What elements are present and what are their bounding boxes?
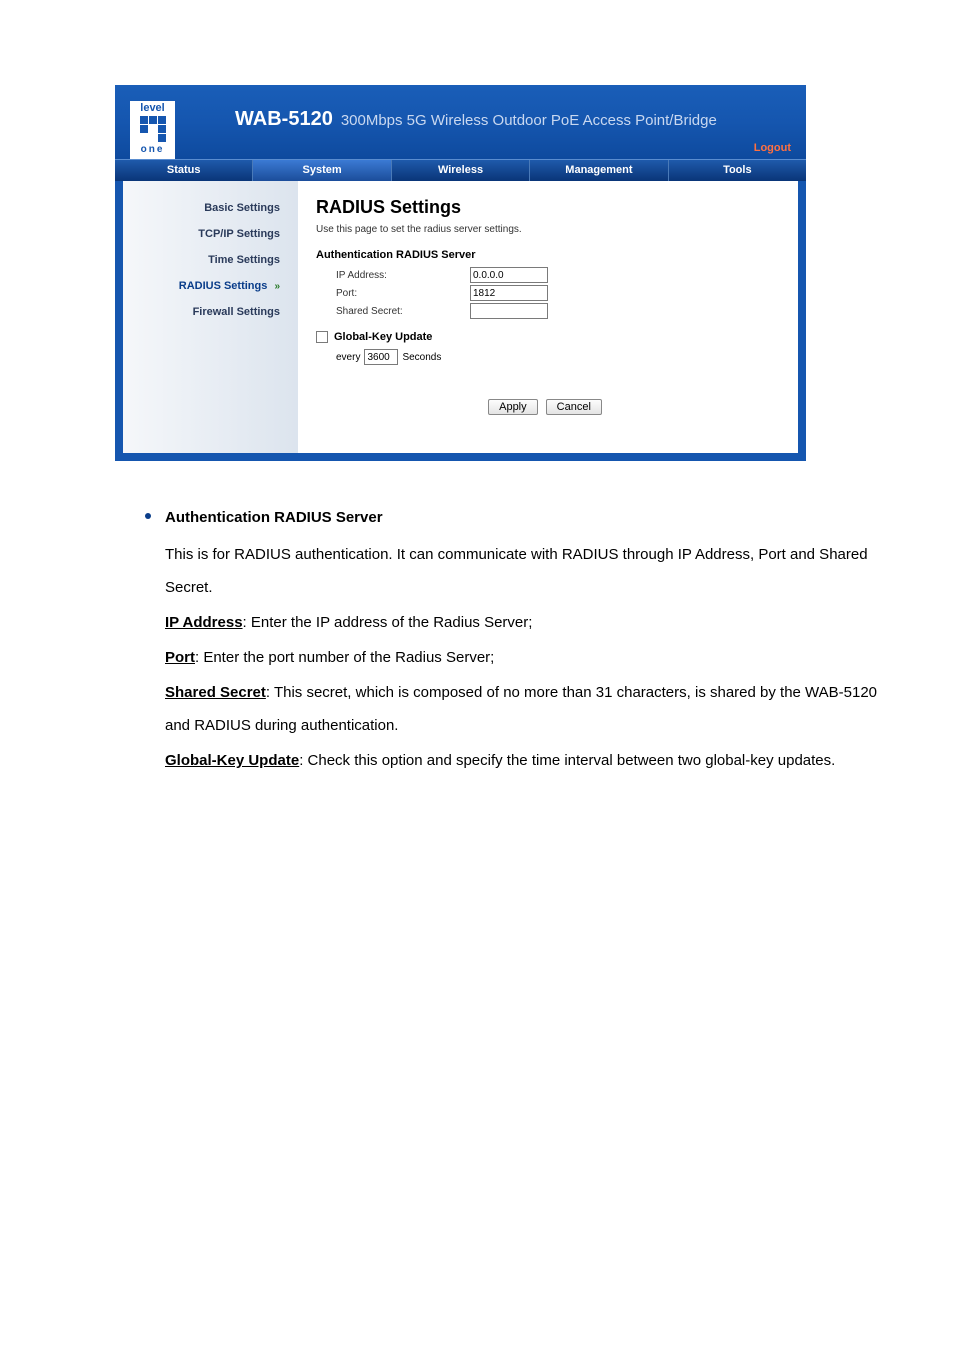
doc-lead: Authentication RADIUS Server (165, 501, 383, 534)
bullet-icon (145, 513, 151, 519)
main-nav: Status System Wireless Management Tools (115, 159, 806, 181)
row-global-key-update: Global-Key Update (316, 331, 774, 343)
logout-link[interactable]: Logout (754, 142, 791, 154)
sidebar-item-label: Firewall Settings (193, 306, 280, 318)
input-port[interactable] (470, 285, 548, 301)
sidebar-item-firewall[interactable]: Firewall Settings » (123, 299, 298, 325)
product-desc: 300Mbps 5G Wireless Outdoor PoE Access P… (341, 112, 717, 129)
sidebar: Basic Settings » TCP/IP Settings » Time … (123, 181, 298, 453)
page-title: RADIUS Settings (316, 197, 774, 218)
input-ip-address[interactable] (470, 267, 548, 283)
sidebar-item-basic[interactable]: Basic Settings » (123, 195, 298, 221)
row-port: Port: (316, 285, 774, 301)
sidebar-item-time[interactable]: Time Settings » (123, 247, 298, 273)
input-shared-secret[interactable] (470, 303, 548, 319)
sidebar-item-tcpip[interactable]: TCP/IP Settings » (123, 221, 298, 247)
product-name: WAB-5120 (235, 108, 333, 131)
label-shared-secret: Shared Secret: (336, 306, 470, 317)
label-ip: IP Address: (336, 270, 470, 281)
nav-tools[interactable]: Tools (669, 160, 806, 181)
logo-text-bottom: one (141, 144, 165, 155)
body-area: Basic Settings » TCP/IP Settings » Time … (115, 181, 806, 461)
nav-wireless[interactable]: Wireless (392, 160, 530, 181)
nav-status[interactable]: Status (115, 160, 253, 181)
brand-logo: level one (130, 101, 175, 159)
doc-secret: Shared Secret: This secret, which is com… (165, 676, 894, 742)
header: level one WAB-5120 300Mbps 5G Wireless O… (115, 85, 806, 159)
checkbox-global-key-update[interactable] (316, 331, 328, 343)
sidebar-item-radius[interactable]: RADIUS Settings » (123, 273, 298, 299)
doc-gku: Global-Key Update: Check this option and… (165, 744, 894, 777)
row-ip: IP Address: (316, 267, 774, 283)
sidebar-item-label: RADIUS Settings (179, 280, 268, 292)
doc-lead2: This is for RADIUS authentication. It ca… (165, 538, 894, 604)
documentation-text: Authentication RADIUS Server This is for… (115, 461, 954, 777)
title-area: WAB-5120 300Mbps 5G Wireless Outdoor PoE… (235, 108, 717, 131)
chevron-right-icon: » (274, 281, 280, 292)
sidebar-item-label: TCP/IP Settings (198, 228, 280, 240)
label-port: Port: (336, 288, 470, 299)
row-gku-interval: every Seconds (316, 349, 774, 365)
sidebar-item-label: Time Settings (208, 254, 280, 266)
content-panel: RADIUS Settings Use this page to set the… (298, 181, 798, 453)
cancel-button[interactable]: Cancel (546, 399, 602, 415)
row-shared-secret: Shared Secret: (316, 303, 774, 319)
page-subtitle: Use this page to set the radius server s… (316, 224, 774, 235)
apply-button[interactable]: Apply (488, 399, 538, 415)
nav-system[interactable]: System (253, 160, 391, 181)
logo-text-top: level (140, 102, 164, 114)
label-seconds: Seconds (402, 352, 441, 363)
input-gku-seconds[interactable] (364, 349, 398, 365)
label-every: every (336, 352, 360, 363)
logo-grid-icon (140, 116, 166, 142)
label-global-key-update: Global-Key Update (334, 331, 432, 343)
doc-ip: IP Address: Enter the IP address of the … (165, 606, 894, 639)
nav-management[interactable]: Management (530, 160, 668, 181)
sidebar-item-label: Basic Settings (204, 202, 280, 214)
section-title: Authentication RADIUS Server (316, 249, 774, 261)
doc-port: Port: Enter the port number of the Radiu… (165, 641, 894, 674)
button-row: Apply Cancel (316, 399, 774, 415)
router-admin-window: level one WAB-5120 300Mbps 5G Wireless O… (115, 85, 806, 461)
